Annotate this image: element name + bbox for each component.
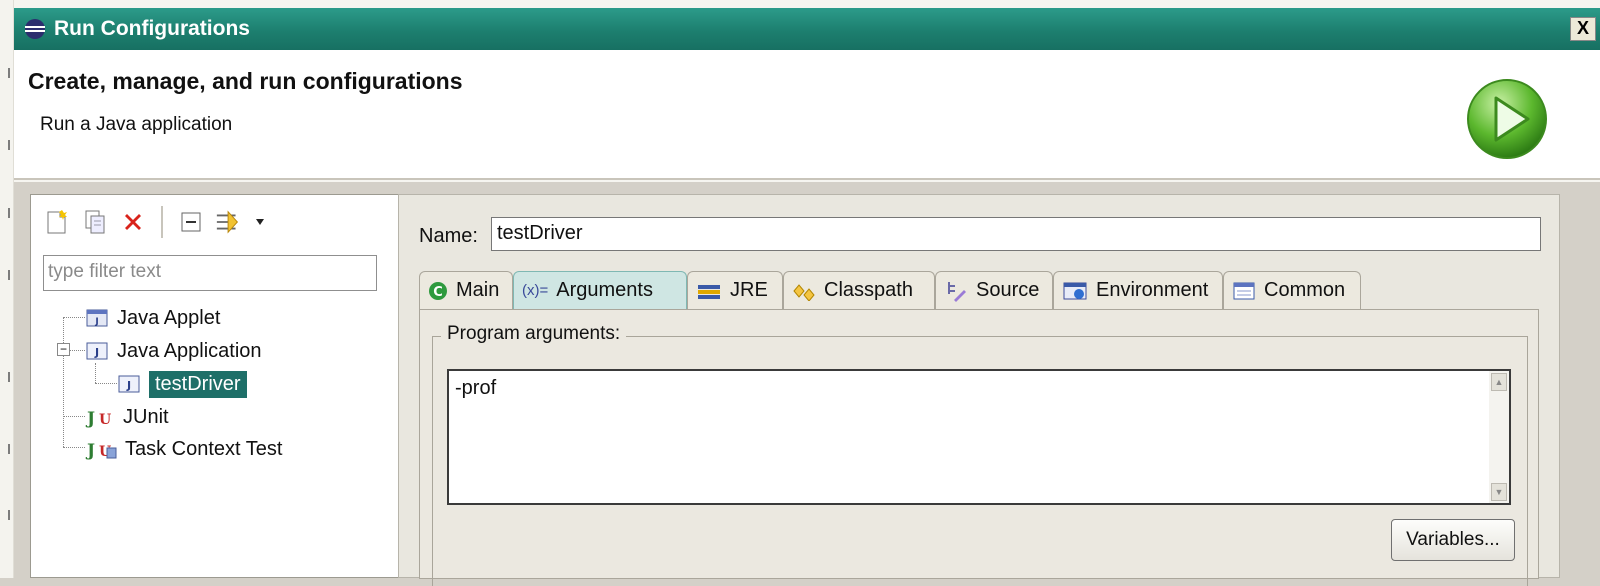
- view-menu-icon[interactable]: [253, 208, 267, 236]
- classpath-icon: [792, 281, 816, 301]
- tree-item-label: Task Context Test: [125, 437, 283, 460]
- tab-label: Source: [976, 279, 1040, 301]
- arguments-tab-content: Program arguments: -prof ▲ ▼ Variables..…: [419, 309, 1539, 586]
- toolbar-separator: [161, 206, 163, 238]
- tab-label: Arguments: [556, 279, 653, 301]
- svg-text:U: U: [99, 412, 111, 428]
- edge-mark: [8, 444, 10, 454]
- arguments-tab-icon: (x)=: [522, 282, 549, 299]
- close-button[interactable]: X: [1570, 17, 1596, 41]
- svg-text:C: C: [433, 285, 443, 300]
- window-title: Run Configurations: [54, 17, 250, 40]
- duplicate-icon[interactable]: [81, 208, 109, 236]
- edge-mark: [8, 68, 10, 78]
- run-icon: [1467, 79, 1547, 159]
- tree-line: [95, 363, 96, 383]
- svg-text:J: J: [85, 441, 95, 460]
- filter-icon[interactable]: [215, 208, 243, 236]
- svg-text:J: J: [85, 409, 95, 428]
- junit-icon: JU: [85, 406, 115, 428]
- edge-mark: [8, 270, 10, 280]
- tree-item-label: Java Application: [117, 339, 262, 362]
- tab-label: JRE: [730, 279, 768, 301]
- tree-item-junit[interactable]: JU JUnit: [85, 402, 169, 432]
- tree-line: [63, 416, 85, 417]
- scroll-up-icon[interactable]: ▲: [1491, 373, 1507, 391]
- dialog-header: Create, manage, and run configurations R…: [14, 50, 1600, 180]
- tree-item-label: testDriver: [149, 370, 247, 398]
- dialog-body: type filter text J Java Applet − J Java …: [14, 182, 1600, 586]
- tab-label: Environment: [1096, 279, 1209, 301]
- program-arguments-group: Program arguments: -prof ▲ ▼ Variables..…: [432, 323, 1528, 586]
- task-context-icon: JU: [85, 438, 117, 460]
- eclipse-icon: [25, 19, 45, 39]
- svg-text:J: J: [126, 379, 131, 392]
- tab-classpath[interactable]: Classpath: [783, 271, 935, 309]
- tab-label: Main: [456, 279, 500, 301]
- tree-line: [63, 447, 85, 448]
- tree-item-java-application[interactable]: J Java Application: [85, 336, 262, 366]
- dialog-title: Create, manage, and run configurations: [28, 68, 463, 94]
- program-arguments-field[interactable]: -prof ▲ ▼: [447, 369, 1511, 505]
- program-arguments-label: Program arguments:: [441, 323, 627, 345]
- environment-icon: [1062, 280, 1088, 302]
- tab-arguments[interactable]: (x)= Arguments: [513, 271, 687, 309]
- tree-item-label: Java Applet: [117, 306, 221, 329]
- edge-mark: [8, 372, 10, 382]
- jre-icon: [696, 281, 722, 301]
- configuration-editor: Name: testDriver C Main (x)= Arguments J…: [398, 194, 1560, 586]
- name-label: Name:: [419, 225, 478, 247]
- dialog-subtitle: Run a Java application: [40, 114, 233, 135]
- edge-mark: [8, 510, 10, 520]
- tab-label: Classpath: [824, 279, 913, 301]
- common-icon: [1232, 281, 1256, 301]
- java-applet-icon: J: [85, 307, 109, 329]
- java-application-icon: J: [85, 340, 109, 362]
- java-application-icon: J: [117, 373, 141, 395]
- program-arguments-value: -prof: [455, 377, 497, 399]
- edge-mark: [8, 140, 10, 150]
- tab-main[interactable]: C Main: [419, 271, 513, 309]
- configuration-list-panel: type filter text J Java Applet − J Java …: [30, 194, 402, 578]
- tab-source[interactable]: Source: [935, 271, 1053, 309]
- window-edge: [0, 0, 14, 578]
- tree-item-label: JUnit: [123, 405, 169, 428]
- tree-line: [63, 317, 85, 318]
- tree-line: [95, 383, 117, 384]
- source-icon: [944, 280, 968, 302]
- svg-text:J: J: [94, 346, 99, 359]
- filter-input[interactable]: type filter text: [43, 255, 377, 291]
- tab-common[interactable]: Common: [1223, 271, 1361, 309]
- delete-icon[interactable]: [119, 208, 147, 236]
- tree-item-task-context-test[interactable]: JU Task Context Test: [85, 434, 282, 464]
- tab-environment[interactable]: Environment: [1053, 271, 1223, 309]
- variables-button[interactable]: Variables...: [1391, 519, 1515, 561]
- config-toolbar: [31, 195, 401, 249]
- collapse-toggle[interactable]: −: [57, 343, 70, 356]
- vertical-scrollbar[interactable]: ▲ ▼: [1489, 371, 1509, 503]
- tab-label: Common: [1264, 279, 1346, 301]
- main-tab-icon: C: [428, 281, 448, 301]
- title-bar: Run Configurations X: [14, 8, 1600, 50]
- svg-text:J: J: [94, 317, 98, 327]
- tab-jre[interactable]: JRE: [687, 271, 783, 309]
- config-tabs: C Main (x)= Arguments JRE Classpath Sour…: [419, 271, 1539, 311]
- edge-mark: [8, 208, 10, 218]
- name-field[interactable]: testDriver: [491, 217, 1541, 251]
- scroll-down-icon[interactable]: ▼: [1491, 483, 1507, 501]
- tree-item-testdriver[interactable]: J testDriver: [117, 369, 247, 399]
- collapse-all-icon[interactable]: [177, 208, 205, 236]
- new-config-icon[interactable]: [43, 208, 71, 236]
- tree-line: [63, 317, 64, 447]
- tree-item-java-applet[interactable]: J Java Applet: [85, 303, 220, 333]
- run-configurations-window: Run Configurations X Create, manage, and…: [0, 0, 1600, 586]
